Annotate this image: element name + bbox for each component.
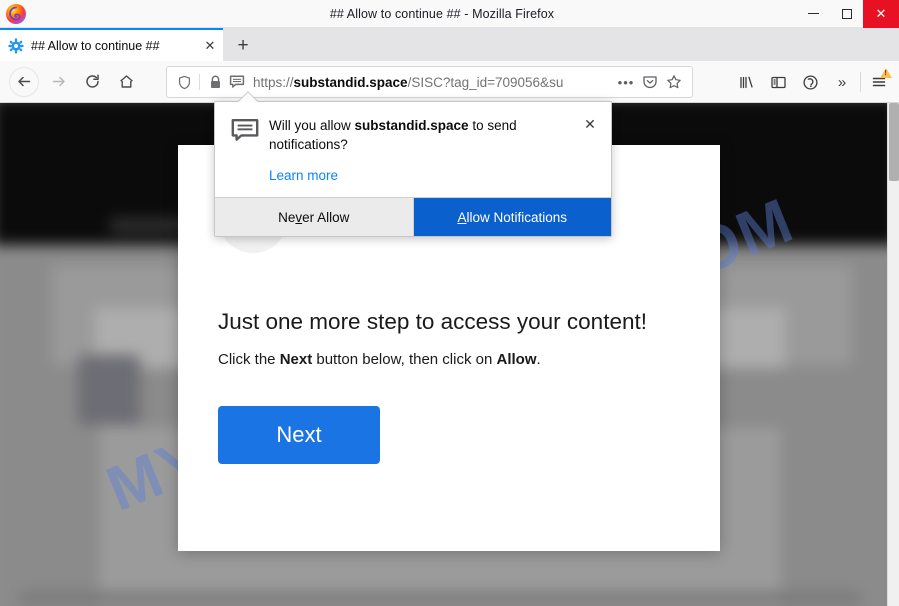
firefox-browser-window: ## Allow to continue ## - Mozilla Firefo… [0,0,899,606]
account-warning-icon[interactable] [794,67,826,97]
tracking-protection-shield-icon[interactable] [173,71,195,93]
learn-more-link[interactable]: Learn more [269,168,338,183]
url-text[interactable]: https://substandid.space/SISC?tag_id=709… [253,75,614,90]
instr-post: . [536,351,541,368]
forward-button[interactable] [43,67,73,97]
tab-bar: ## Allow to continue ## ✕ + [0,28,899,61]
instr-next: Next [279,351,313,368]
home-button[interactable] [111,67,141,97]
maximize-button[interactable] [830,0,863,28]
urlbar-actions: ••• [614,70,686,94]
bookmark-star-icon[interactable] [662,70,686,94]
sidebar-icon[interactable] [762,67,794,97]
minimize-button[interactable] [797,0,830,28]
pocket-icon[interactable] [638,70,662,94]
overflow-menu-button[interactable]: » [826,67,858,97]
allow-post: llow Notifications [466,209,568,225]
instr-mid: button below, then click on [312,351,497,368]
never-allow-pre: Ne [278,209,296,225]
question-host: substandid.space [354,118,469,133]
page-actions-button[interactable]: ••• [614,70,638,94]
never-allow-accesskey: v [295,209,303,225]
firefox-logo-icon [5,3,27,25]
window-titlebar: ## Allow to continue ## - Mozilla Firefo… [0,0,899,28]
urlbar-separator [199,74,200,90]
new-tab-button[interactable]: + [231,33,255,57]
menu-warning-badge [880,68,892,78]
background-figure [78,355,140,425]
url-host: substandid.space [293,74,408,90]
browser-tab-active[interactable]: ## Allow to continue ## ✕ [0,28,223,61]
doorhanger-footer: Ne v er Allow Allow Notifications [215,197,611,237]
notification-permission-doorhanger: Will you allow substandid.space to send … [214,91,612,238]
page-instructions: Click the Next button below, then click … [218,351,680,368]
next-button[interactable]: Next [218,406,380,464]
close-tab-button[interactable]: ✕ [201,37,219,55]
allow-accesskey: A [457,209,467,225]
allow-notifications-button[interactable]: Allow Notifications [413,198,611,237]
toolbar-divider [860,72,861,92]
page-scrollbar[interactable] [887,103,899,606]
close-window-button[interactable]: ✕ [863,0,899,28]
url-scheme: https:// [253,74,294,90]
gear-favicon-icon [8,37,24,54]
notification-bubble-icon [231,116,265,185]
permission-question: Will you allow substandid.space to send … [269,116,569,154]
library-icon[interactable] [730,67,762,97]
back-button[interactable] [9,66,39,97]
window-title: ## Allow to continue ## - Mozilla Firefo… [329,6,555,21]
never-allow-button[interactable]: Ne v er Allow [215,198,414,237]
reload-button[interactable] [77,67,107,97]
scrollbar-thumb[interactable] [889,103,899,181]
url-path: /SISC?tag_id=709056&su [407,74,564,90]
padlock-icon[interactable] [204,71,226,93]
close-doorhanger-button[interactable]: ✕ [581,115,599,133]
browser-toolbar-right: » [730,66,895,98]
doorhanger-text: Will you allow substandid.space to send … [265,116,597,185]
page-title: Just one more step to access your conten… [218,309,647,334]
background-bottom-strip [20,592,860,604]
hamburger-menu-icon[interactable] [863,67,895,97]
instr-allow: Allow [496,351,537,368]
doorhanger-body: Will you allow substandid.space to send … [215,102,611,198]
window-controls: ✕ [797,0,899,28]
instr-pre: Click the [218,351,280,368]
question-prefix: Will you allow [269,118,355,133]
tab-title: ## Allow to continue ## [31,38,160,53]
never-allow-post: er Allow [302,209,350,225]
notification-permission-icon[interactable] [226,71,248,93]
